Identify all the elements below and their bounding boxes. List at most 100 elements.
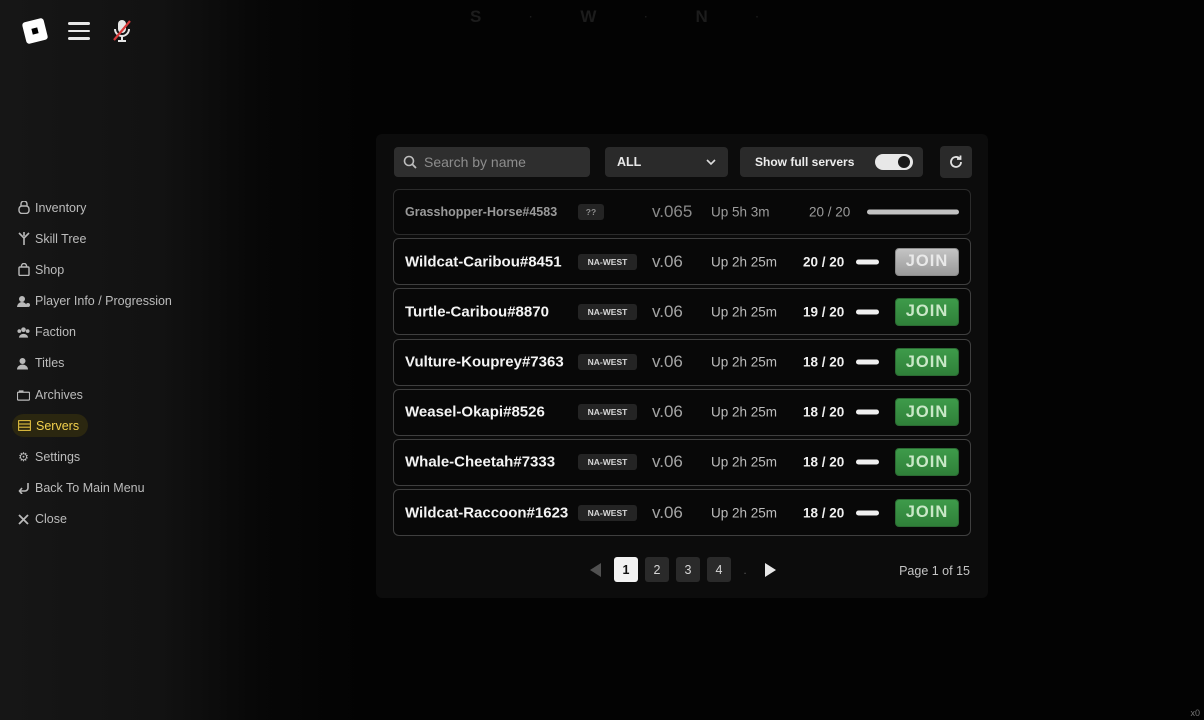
pagination: 1 2 3 4 . <box>583 557 783 582</box>
show-full-servers-toggle[interactable]: Show full servers <box>740 147 923 177</box>
server-uptime: Up 5h 3m <box>711 204 770 220</box>
region-badge: NA-WEST <box>578 404 637 421</box>
region-badge: NA-WEST <box>578 354 637 371</box>
chevron-down-icon <box>706 158 716 165</box>
arrow-right-icon <box>765 562 776 577</box>
region-select-value: ALL <box>617 155 642 169</box>
prev-page-button[interactable] <box>583 558 607 582</box>
close-icon <box>17 513 30 526</box>
player-icon <box>17 295 30 308</box>
sidebar-menu: Inventory Skill Tree Shop Player Info / … <box>12 196 202 539</box>
sidebar-item-faction[interactable]: Faction <box>12 321 202 344</box>
search-placeholder: Search by name <box>424 154 526 170</box>
capacity-bar <box>856 309 879 315</box>
server-row: Turtle-Caribou#8870 NA-WEST v.06 Up 2h 2… <box>393 288 971 336</box>
skill-tree-icon <box>17 232 30 246</box>
search-icon <box>403 155 417 169</box>
player-count: 20 / 20 <box>809 204 851 220</box>
sidebar-item-skill-tree[interactable]: Skill Tree <box>12 227 202 250</box>
bag-icon <box>17 201 30 214</box>
page-button[interactable]: 2 <box>645 557 669 582</box>
user-icon <box>17 357 30 370</box>
capacity-bar <box>856 409 879 415</box>
join-button[interactable]: JOIN <box>895 247 959 276</box>
page-info: Page 1 of 15 <box>899 564 970 578</box>
server-version: v.06 <box>652 251 683 271</box>
archive-icon <box>17 388 30 401</box>
region-badge: ?? <box>578 204 604 220</box>
player-count: 18 / 20 <box>803 404 845 420</box>
server-row[interactable]: Grasshopper-Horse#4583 ?? v.065 Up 5h 3m… <box>393 189 971 235</box>
search-input[interactable]: Search by name <box>394 147 590 177</box>
refresh-icon <box>950 155 962 168</box>
sidebar-item-inventory[interactable]: Inventory <box>12 196 202 219</box>
sidebar-item-close[interactable]: Close <box>12 508 202 531</box>
capacity-bar <box>856 359 879 365</box>
join-button[interactable]: JOIN <box>895 448 959 477</box>
capacity-bar <box>856 259 879 265</box>
server-version: v.065 <box>652 202 693 221</box>
hamburger-icon[interactable] <box>68 22 90 40</box>
join-button[interactable]: JOIN <box>895 398 959 427</box>
capacity-bar <box>867 209 959 215</box>
refresh-button[interactable] <box>940 146 972 178</box>
compass-label: S <box>470 7 483 26</box>
server-name: Turtle-Caribou#8870 <box>405 303 549 321</box>
roblox-logo[interactable] <box>21 17 49 45</box>
region-select[interactable]: ALL <box>605 147 728 177</box>
pagination-ellipsis: . <box>743 562 747 577</box>
sidebar-item-label: Archives <box>35 387 83 402</box>
sidebar-item-titles[interactable]: Titles <box>12 352 202 375</box>
region-badge: NA-WEST <box>578 454 637 471</box>
server-row: Wildcat-Raccoon#1623 NA-WEST v.06 Up 2h … <box>393 489 971 537</box>
shop-icon <box>17 263 30 277</box>
sidebar-item-player-info[interactable]: Player Info / Progression <box>12 290 202 313</box>
server-uptime: Up 2h 25m <box>711 304 778 320</box>
sidebar-item-shop[interactable]: Shop <box>12 258 202 281</box>
server-list: Grasshopper-Horse#4583 ?? v.065 Up 5h 3m… <box>393 189 971 539</box>
region-badge: NA-WEST <box>578 253 637 270</box>
compass-label: W <box>580 7 598 26</box>
server-version: v.06 <box>652 352 683 372</box>
top-bar <box>21 17 132 45</box>
player-count: 20 / 20 <box>803 254 845 270</box>
server-uptime: Up 2h 25m <box>711 454 778 470</box>
server-row: Wildcat-Caribou#8451 NA-WEST v.06 Up 2h … <box>393 238 971 286</box>
sidebar-item-label: Inventory <box>35 200 87 215</box>
server-version: v.06 <box>652 452 683 472</box>
server-browser-panel: Search by name ALL Show full servers Gra… <box>376 134 988 598</box>
sidebar-item-archives[interactable]: Archives <box>12 383 202 406</box>
capacity-bar <box>856 510 879 516</box>
server-uptime: Up 2h 25m <box>711 254 778 270</box>
page-button[interactable]: 4 <box>707 557 731 582</box>
server-version: v.06 <box>652 301 683 321</box>
server-name: Wildcat-Raccoon#1623 <box>405 504 569 522</box>
region-badge: NA-WEST <box>578 504 637 521</box>
page-button[interactable]: 1 <box>614 557 638 582</box>
toggle-switch[interactable] <box>875 154 913 170</box>
sidebar-item-back-to-main-menu[interactable]: Back To Main Menu <box>12 477 202 500</box>
next-page-button[interactable] <box>759 558 783 582</box>
sidebar-item-label: Servers <box>36 418 80 433</box>
server-row: Weasel-Okapi#8526 NA-WEST v.06 Up 2h 25m… <box>393 388 971 436</box>
group-icon <box>17 326 30 339</box>
player-count: 19 / 20 <box>803 304 845 320</box>
server-name: Weasel-Okapi#8526 <box>405 403 545 421</box>
sidebar-item-label: Settings <box>35 450 81 464</box>
arrow-left-icon <box>590 562 601 577</box>
join-button[interactable]: JOIN <box>895 498 959 527</box>
server-row: Whale-Cheetah#7333 NA-WEST v.06 Up 2h 25… <box>393 438 971 486</box>
mic-muted-icon[interactable] <box>112 18 132 44</box>
join-button[interactable]: JOIN <box>895 297 959 326</box>
join-button[interactable]: JOIN <box>895 348 959 377</box>
compass-bar: S · W · N · <box>470 7 760 26</box>
sidebar-item-servers[interactable]: Servers <box>12 414 88 438</box>
page-button[interactable]: 3 <box>676 557 700 582</box>
server-row: Vulture-Kouprey#7363 NA-WEST v.06 Up 2h … <box>393 338 971 386</box>
capacity-bar <box>856 459 879 465</box>
back-arrow-icon <box>17 482 30 495</box>
sidebar-item-settings[interactable]: ⚙ Settings <box>12 446 202 469</box>
server-version: v.06 <box>652 502 683 522</box>
sidebar-item-label: Back To Main Menu <box>35 481 145 496</box>
sidebar-item-label: Faction <box>35 325 76 340</box>
